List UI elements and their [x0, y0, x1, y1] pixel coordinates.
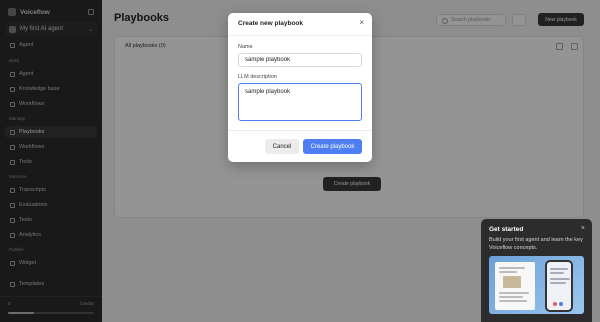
document-illustration — [495, 262, 535, 310]
close-icon[interactable]: × — [581, 225, 585, 232]
modal-header-divider — [228, 35, 372, 36]
close-icon[interactable]: × — [359, 19, 364, 27]
get-started-title: Get started — [489, 226, 524, 233]
description-textarea[interactable]: sample playbook — [238, 83, 362, 121]
phone-illustration — [545, 260, 573, 312]
get-started-illustration[interactable] — [489, 256, 584, 314]
name-label: Name — [238, 44, 253, 50]
create-playbook-button[interactable]: Create playbook — [303, 139, 362, 154]
get-started-text: Build your first agent and learn the key… — [489, 237, 583, 251]
description-label: LLM description — [238, 74, 277, 80]
cancel-button[interactable]: Cancel — [265, 139, 299, 154]
get-started-card: Get started × Build your first agent and… — [481, 219, 592, 322]
modal-footer-divider — [228, 130, 372, 131]
name-input[interactable] — [238, 53, 362, 67]
modal-title: Create new playbook — [238, 20, 304, 27]
